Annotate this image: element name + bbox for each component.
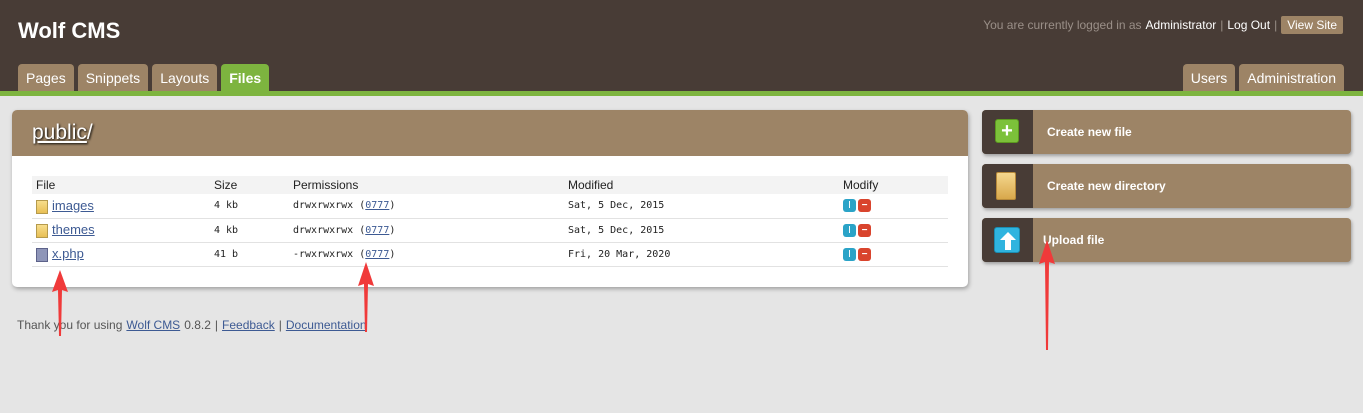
file-size: 4 kb: [210, 194, 289, 219]
col-header-modify: Modify: [839, 176, 948, 194]
file-size: 41 b: [210, 242, 289, 267]
site-title[interactable]: Wolf CMS: [18, 18, 120, 44]
documentation-link[interactable]: Documentation: [286, 318, 367, 332]
col-header-modified: Modified: [564, 176, 839, 194]
action-icon-box: [982, 164, 1033, 208]
footer-separator: |: [278, 318, 282, 332]
table-row: themes 4 kb drwxrwxrwx (0777) Sat, 5 Dec…: [32, 218, 948, 243]
create-file-label: Create new file: [1047, 125, 1132, 139]
create-directory-label: Create new directory: [1047, 179, 1166, 193]
chmod-link[interactable]: 0777: [365, 225, 389, 236]
view-site-button[interactable]: View Site: [1281, 16, 1343, 34]
file-link-themes[interactable]: themes: [52, 222, 95, 237]
folder-icon: [36, 199, 48, 214]
table-header-row: File Size Permissions Modified Modify: [32, 176, 948, 194]
action-icon-box: +: [982, 110, 1033, 154]
separator: |: [1274, 18, 1278, 32]
create-new-file-button[interactable]: + Create new file: [982, 110, 1351, 154]
wolf-cms-link[interactable]: Wolf CMS: [126, 318, 180, 332]
file-permissions: drwxrwxrwx (0777): [289, 194, 564, 219]
admin-nav-tabs: Users Administration: [1182, 64, 1344, 92]
table-row: images 4 kb drwxrwxrwx (0777) Sat, 5 Dec…: [32, 194, 948, 219]
tab-administration[interactable]: Administration: [1239, 64, 1344, 92]
rename-icon[interactable]: I: [843, 199, 856, 213]
annotation-arrow-icon: [358, 262, 374, 332]
chmod-link[interactable]: 0777: [365, 200, 389, 211]
upload-arrow-icon: [994, 227, 1020, 253]
file-size: 4 kb: [210, 218, 289, 243]
main-nav-tabs: Pages Snippets Layouts Files: [18, 64, 270, 92]
header-accent-bar: [0, 91, 1363, 96]
file-name-cell: images: [32, 194, 210, 219]
feedback-link[interactable]: Feedback: [222, 318, 275, 332]
file-modify-cell: I −: [839, 194, 948, 219]
tab-snippets[interactable]: Snippets: [77, 64, 149, 92]
folder-icon: [36, 223, 48, 238]
col-header-file: File: [32, 176, 210, 194]
tab-pages[interactable]: Pages: [18, 64, 74, 92]
file-modify-cell: I −: [839, 218, 948, 243]
tab-files[interactable]: Files: [221, 64, 270, 92]
delete-icon[interactable]: −: [858, 223, 871, 237]
file-modified: Sat, 5 Dec, 2015: [564, 194, 839, 219]
logged-in-text: You are currently logged in as: [983, 18, 1142, 32]
tab-users[interactable]: Users: [1182, 64, 1236, 92]
table-row: x.php 41 b -rwxrwxrwx (0777) Fri, 20 Mar…: [32, 242, 948, 267]
permission-string: drwxrwxrwx: [293, 224, 354, 236]
file-modified: Sat, 5 Dec, 2015: [564, 218, 839, 243]
tab-layouts[interactable]: Layouts: [152, 64, 218, 92]
chmod-link[interactable]: 0777: [365, 249, 389, 260]
header: Wolf CMS You are currently logged in as …: [0, 0, 1363, 92]
file-manager-panel: public/ File Size Permissions Modified M…: [12, 110, 968, 287]
create-new-directory-button[interactable]: Create new directory: [982, 164, 1351, 208]
file-modify-cell: I −: [839, 242, 948, 267]
logout-link[interactable]: Log Out: [1227, 18, 1270, 32]
annotation-arrow-icon: [1039, 240, 1055, 350]
breadcrumb-slash: /: [86, 121, 93, 144]
rename-icon[interactable]: I: [843, 223, 856, 237]
col-header-permissions: Permissions: [289, 176, 564, 194]
delete-icon[interactable]: −: [858, 199, 871, 213]
file-name-cell: x.php: [32, 242, 210, 267]
rename-icon[interactable]: I: [843, 247, 856, 261]
file-permissions: -rwxrwxrwx (0777): [289, 242, 564, 267]
folder-icon: [996, 172, 1016, 200]
user-info: You are currently logged in as Administr…: [983, 16, 1343, 34]
breadcrumb: public/: [32, 110, 968, 156]
file-link-x-php[interactable]: x.php: [52, 246, 84, 261]
permission-string: drwxrwxrwx: [293, 200, 354, 212]
file-modified: Fri, 20 Mar, 2020: [564, 242, 839, 267]
delete-icon[interactable]: −: [858, 247, 871, 261]
files-table: File Size Permissions Modified Modify im…: [32, 176, 948, 267]
plus-icon: +: [995, 119, 1019, 143]
footer-separator: |: [214, 318, 219, 332]
col-header-size: Size: [210, 176, 289, 194]
permission-string: -rwxrwxrwx: [293, 248, 354, 260]
file-permissions: drwxrwxrwx (0777): [289, 218, 564, 243]
file-link-images[interactable]: images: [52, 198, 94, 213]
panel-header: public/: [12, 110, 968, 156]
php-file-icon: [36, 247, 48, 262]
version: 0.8.2: [184, 318, 211, 332]
user-name[interactable]: Administrator: [1146, 18, 1217, 32]
file-name-cell: themes: [32, 218, 210, 243]
annotation-arrow-icon: [52, 270, 68, 336]
breadcrumb-public-link[interactable]: public: [32, 121, 87, 144]
action-icon-box: [982, 218, 1033, 262]
separator: |: [1220, 18, 1224, 32]
